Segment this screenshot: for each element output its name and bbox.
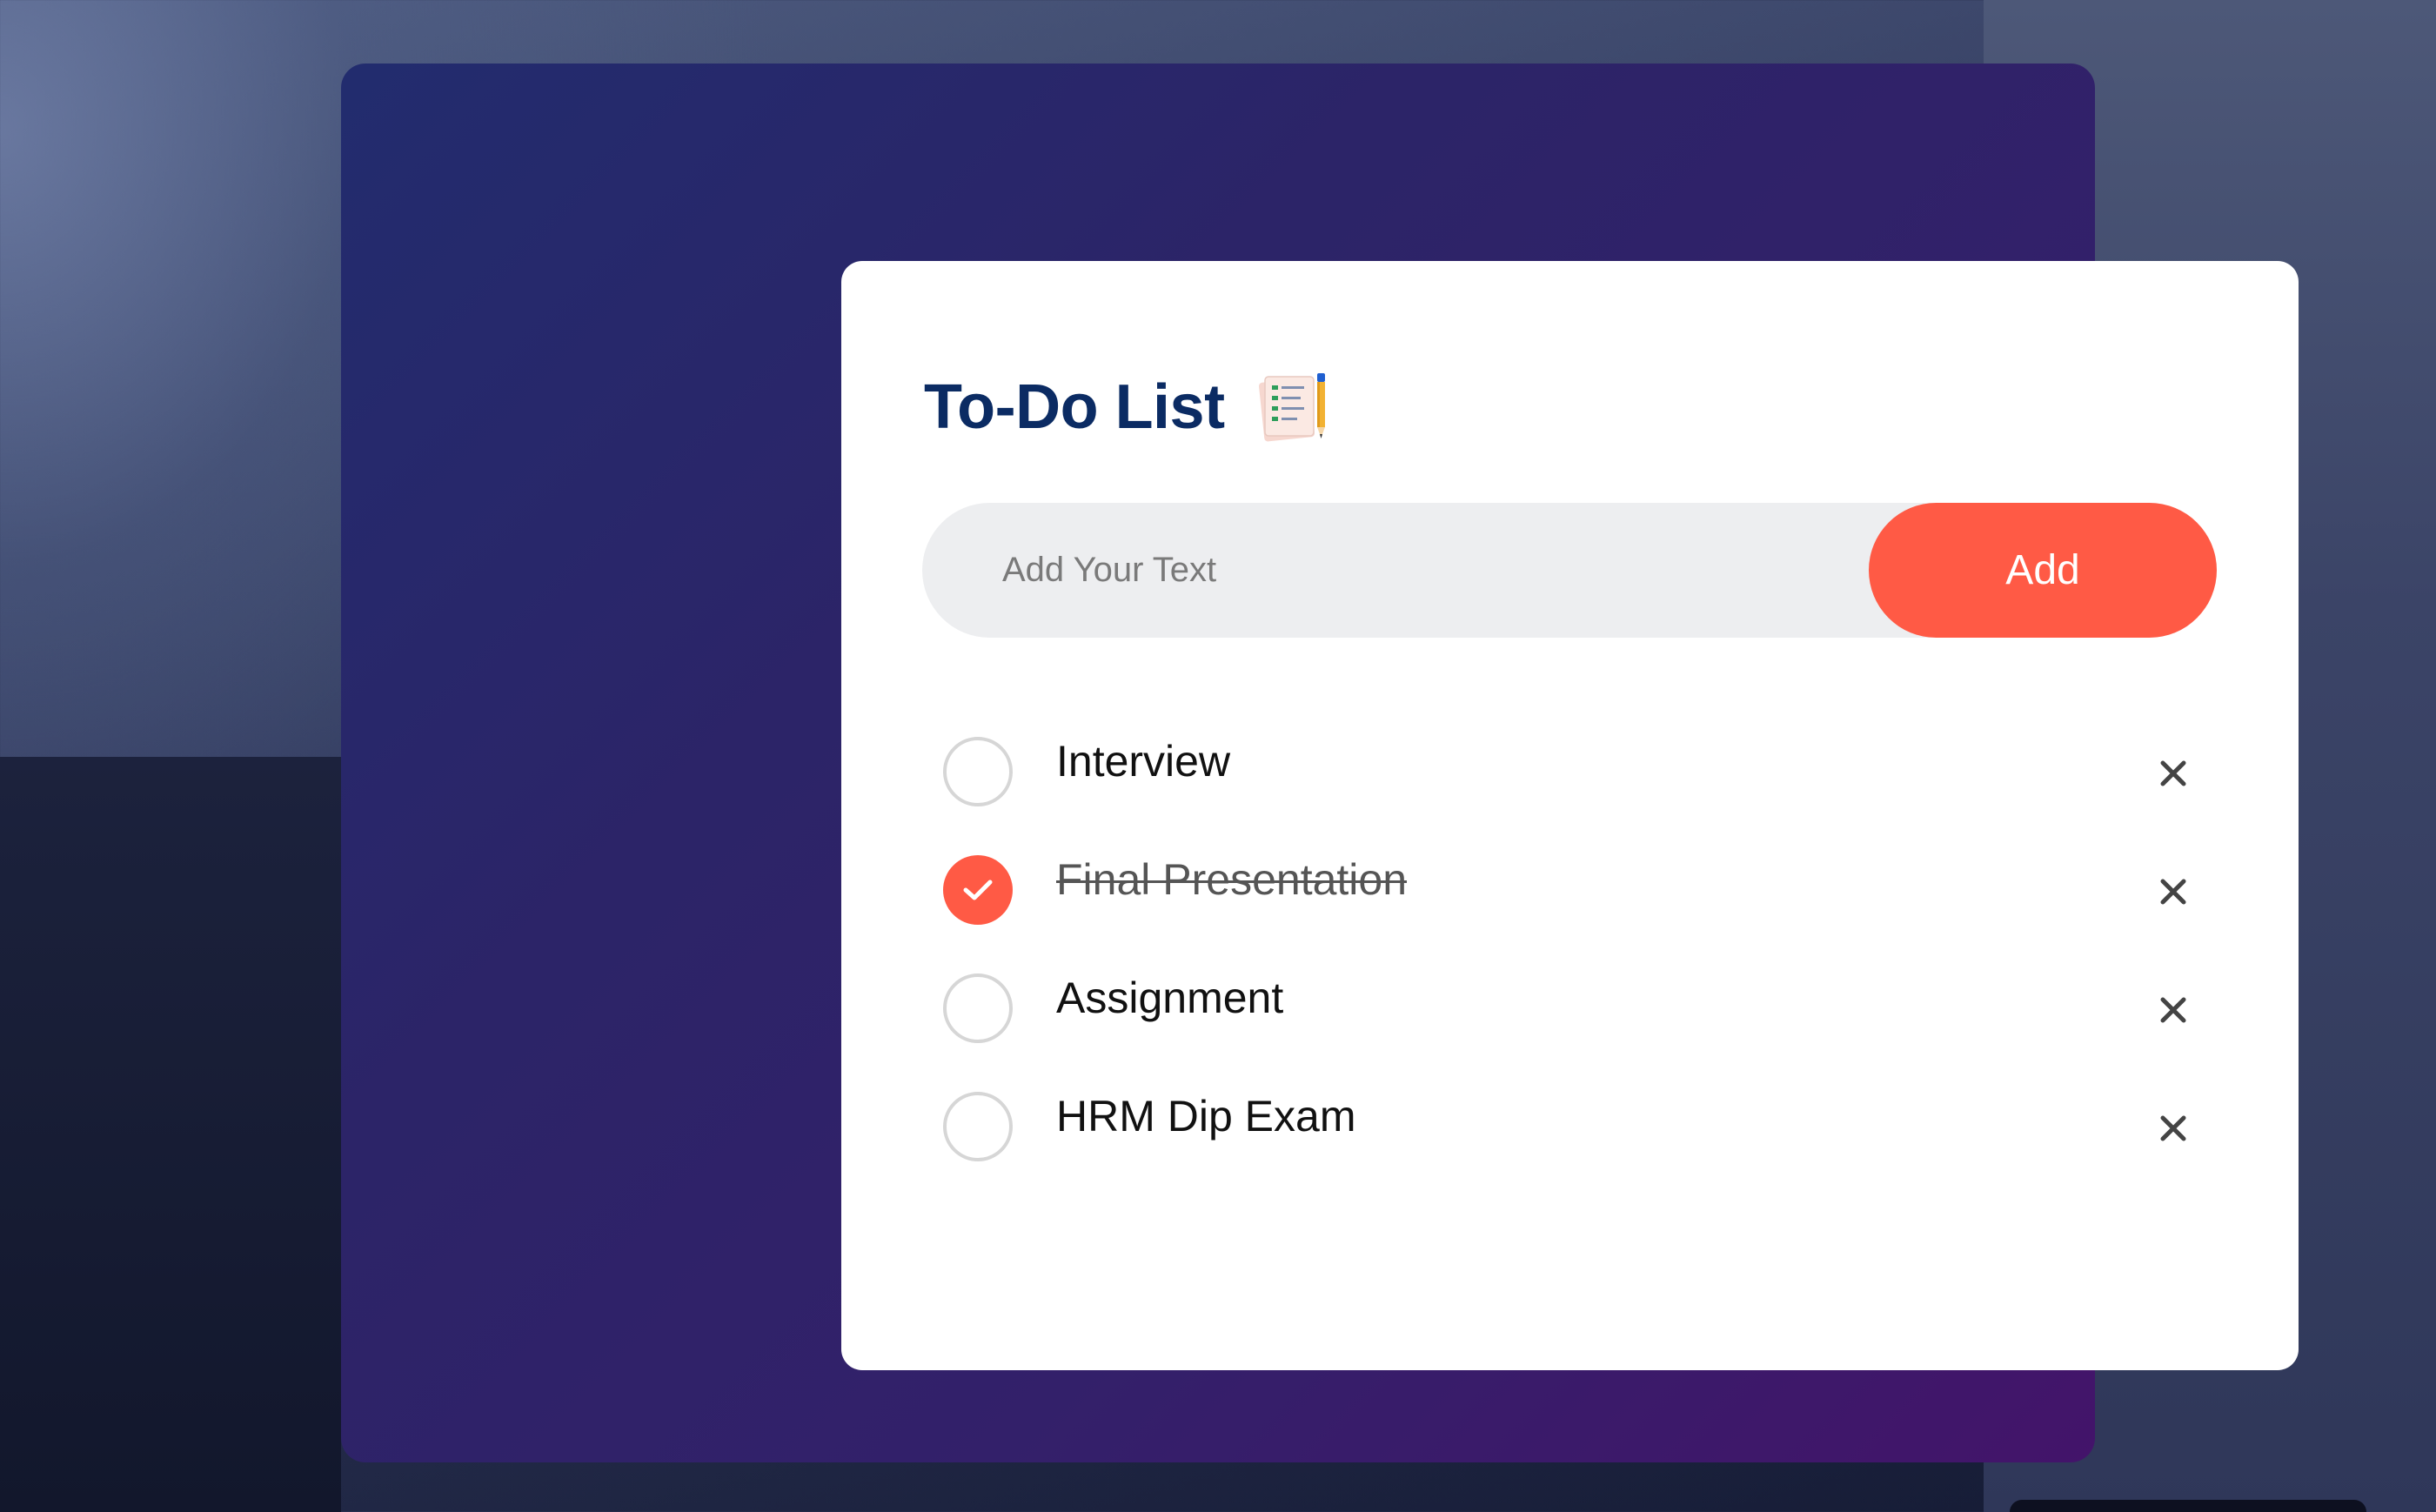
add-button[interactable]: Add: [1869, 503, 2217, 638]
app-frame: To-Do List Add Your Text Add Interview F…: [341, 64, 2299, 1462]
background-corner-tab: [2010, 1500, 2366, 1512]
task-item[interactable]: Interview: [943, 735, 2231, 853]
close-icon[interactable]: [2152, 989, 2194, 1031]
task-item[interactable]: Assignment: [943, 972, 2231, 1090]
header: To-Do List: [924, 364, 1333, 451]
background-left-shade: [0, 757, 341, 1512]
empty-circle-icon[interactable]: [943, 973, 1013, 1043]
todo-card: To-Do List Add Your Text Add Interview F…: [841, 261, 2299, 1370]
empty-circle-icon[interactable]: [943, 1092, 1013, 1161]
task-list: Interview Final Presentation Assignment …: [943, 735, 2231, 1208]
task-input[interactable]: [922, 503, 1844, 638]
task-label[interactable]: Final Presentation: [1056, 853, 1407, 906]
add-task-form: Add: [922, 503, 2217, 638]
page-title: To-Do List: [924, 372, 1225, 442]
notepad-pencil-icon: [1256, 371, 1333, 443]
close-icon[interactable]: [2152, 753, 2194, 794]
task-item[interactable]: Final Presentation: [943, 853, 2231, 972]
close-icon[interactable]: [2152, 871, 2194, 913]
task-item[interactable]: HRM Dip Exam: [943, 1090, 2231, 1208]
checked-circle-icon[interactable]: [943, 855, 1013, 925]
task-label[interactable]: Interview: [1056, 735, 1230, 787]
close-icon[interactable]: [2152, 1107, 2194, 1149]
task-label[interactable]: Assignment: [1056, 972, 1283, 1024]
task-label[interactable]: HRM Dip Exam: [1056, 1090, 1355, 1142]
empty-circle-icon[interactable]: [943, 737, 1013, 806]
